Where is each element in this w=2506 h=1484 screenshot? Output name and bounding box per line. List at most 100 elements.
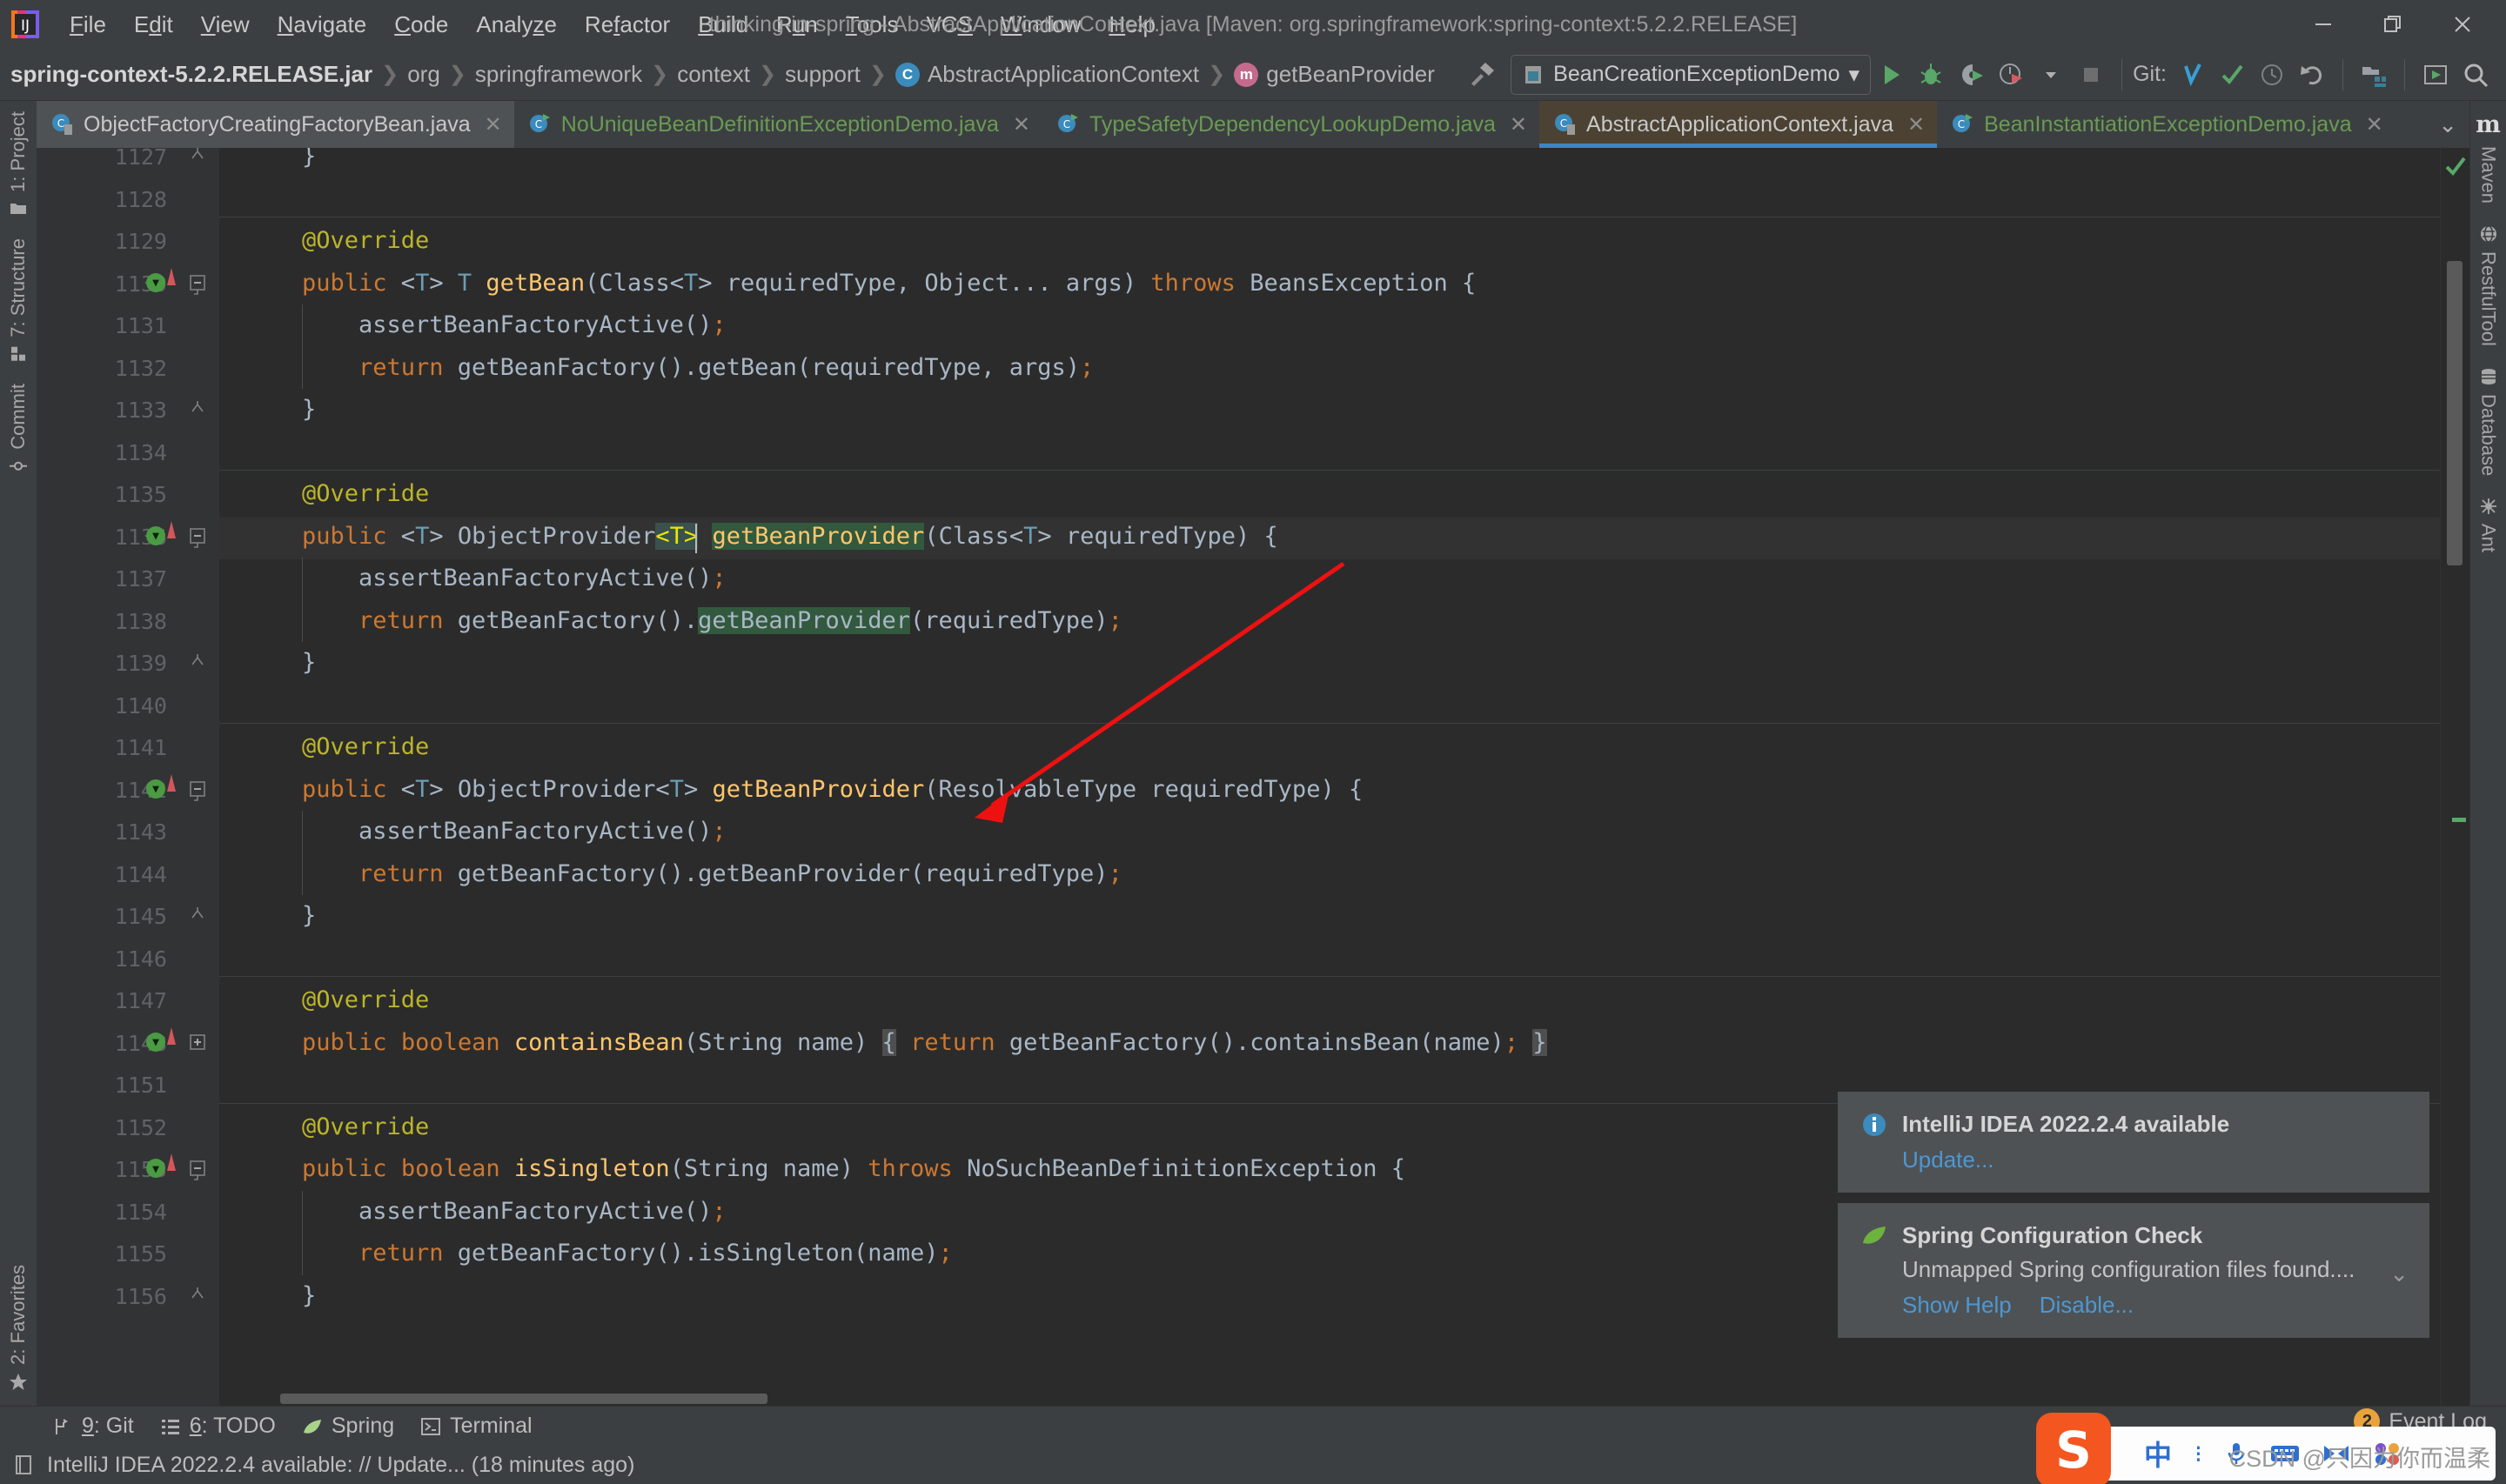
- search-icon[interactable]: [2456, 55, 2496, 95]
- code-line[interactable]: public boolean containsBean(String name)…: [302, 1028, 1547, 1056]
- run-method-gutter-icon[interactable]: ▾: [146, 779, 165, 799]
- tab-close-icon[interactable]: ✕: [1013, 112, 1030, 137]
- breadcrumb-context[interactable]: context: [677, 61, 750, 88]
- tab-bean-instantiation-exception-demo[interactable]: C BeanInstantiationExceptionDemo.java ✕: [1937, 101, 2395, 148]
- profile-button[interactable]: [1991, 55, 2031, 95]
- menu-code[interactable]: Code: [380, 8, 462, 42]
- sidebar-item-restfultool[interactable]: RestfulTool: [2477, 214, 2500, 357]
- fold-region-end-icon[interactable]: [188, 148, 207, 171]
- menu-tools[interactable]: Tools: [832, 8, 913, 42]
- run-anything-icon[interactable]: [2416, 55, 2456, 95]
- code-line[interactable]: @Override: [302, 227, 429, 254]
- breadcrumb-method[interactable]: m getBeanProvider: [1234, 61, 1435, 88]
- profile-dropdown-icon[interactable]: [2031, 55, 2071, 95]
- sidebar-item-database[interactable]: Database: [2477, 357, 2500, 486]
- tab-no-unique-bean-definition-exception-demo[interactable]: C NoUniqueBeanDefinitionExceptionDemo.ja…: [513, 101, 1042, 148]
- tab-close-icon[interactable]: ✕: [1510, 112, 1527, 137]
- override-marker-icon[interactable]: [167, 267, 176, 285]
- code-line[interactable]: }: [302, 396, 316, 423]
- code-line[interactable]: return getBeanFactory().getBeanProvider(…: [358, 860, 1122, 887]
- run-method-gutter-icon[interactable]: ▾: [146, 525, 165, 545]
- fold-expand-icon[interactable]: [188, 1033, 207, 1061]
- code-line[interactable]: @Override: [302, 1113, 429, 1140]
- project-structure-icon[interactable]: [2354, 55, 2394, 95]
- tab-close-icon[interactable]: ✕: [1907, 112, 1925, 137]
- override-marker-icon[interactable]: [167, 1026, 176, 1045]
- notification-disable-link[interactable]: Disable...: [2040, 1292, 2134, 1319]
- code-line[interactable]: assertBeanFactoryActive();: [358, 311, 727, 338]
- code-line[interactable]: return getBeanFactory().getBean(required…: [358, 354, 1094, 381]
- override-marker-icon[interactable]: [167, 520, 176, 538]
- menu-vcs[interactable]: VCS: [912, 8, 986, 42]
- override-marker-icon[interactable]: [167, 1153, 176, 1171]
- history-clock-icon[interactable]: [2252, 55, 2292, 95]
- code-line[interactable]: @Override: [302, 480, 429, 507]
- editor-horizontal-scrollbar[interactable]: [219, 1394, 2440, 1406]
- tab-close-icon[interactable]: ✕: [2366, 112, 2383, 137]
- sidebar-item-ant[interactable]: Ant: [2477, 486, 2500, 563]
- fold-region-end-icon[interactable]: [188, 399, 207, 424]
- code-line[interactable]: }: [302, 148, 316, 170]
- notification-show-help-link[interactable]: Show Help: [1902, 1292, 2012, 1319]
- menu-help[interactable]: Help: [1095, 8, 1169, 42]
- override-marker-icon[interactable]: [167, 773, 176, 792]
- menu-edit[interactable]: Edit: [120, 8, 187, 42]
- dot-icon[interactable]: ⁝: [2194, 1440, 2202, 1468]
- tool-window-todo[interactable]: 6: TODO: [160, 1414, 276, 1439]
- close-button[interactable]: [2428, 1, 2497, 48]
- debug-button[interactable]: [1911, 55, 1951, 95]
- update-project-icon[interactable]: [2172, 55, 2212, 95]
- fold-collapse-icon[interactable]: [188, 273, 207, 302]
- breadcrumb-springframework[interactable]: springframework: [475, 61, 642, 88]
- code-folding-gutter[interactable]: [179, 148, 219, 1406]
- code-line[interactable]: assertBeanFactoryActive();: [358, 1198, 727, 1225]
- line-number-gutter[interactable]: 1127 1128 1129 1130 ▾ 1131 1132 1133 1134 1135 113…: [49, 148, 179, 1406]
- commit-checkmark-icon[interactable]: [2212, 55, 2252, 95]
- notification-spring-config-check[interactable]: Spring Configuration Check Unmapped Spri…: [1838, 1203, 2429, 1338]
- error-stripe-marker-bar[interactable]: [2440, 148, 2469, 1406]
- run-with-coverage-button[interactable]: [1951, 55, 1991, 95]
- sidebar-item-structure[interactable]: 7: Structure: [7, 228, 30, 373]
- run-method-gutter-icon[interactable]: ▾: [146, 1032, 165, 1052]
- tool-window-spring[interactable]: Spring: [302, 1414, 394, 1439]
- code-line[interactable]: }: [302, 1282, 316, 1309]
- run-configuration-selector[interactable]: BeanCreationExceptionDemo ▾: [1511, 54, 1872, 95]
- editor-hscroll-thumb[interactable]: [280, 1394, 767, 1404]
- menu-run[interactable]: Run: [762, 8, 832, 42]
- code-editor[interactable]: 1127 1128 1129 1130 ▾ 1131 1132 1133 1134 1135 113…: [37, 148, 2469, 1406]
- fold-collapse-icon[interactable]: [188, 779, 207, 808]
- build-hammer-icon[interactable]: [1462, 55, 1502, 95]
- menu-view[interactable]: View: [187, 8, 264, 42]
- tab-close-icon[interactable]: ✕: [485, 112, 502, 137]
- menu-window[interactable]: Window: [987, 8, 1095, 42]
- run-method-gutter-icon[interactable]: ▾: [146, 1159, 165, 1178]
- breadcrumb-class[interactable]: C AbstractApplicationContext: [895, 61, 1199, 88]
- fold-collapse-icon[interactable]: [188, 1159, 207, 1187]
- code-line[interactable]: public boolean isSingleton(String name) …: [302, 1155, 1405, 1182]
- status-message-area[interactable]: IntelliJ IDEA 2022.2.4 available: // Upd…: [14, 1453, 634, 1478]
- notification-expand-chevron-icon[interactable]: ⌄: [2389, 1260, 2409, 1287]
- code-line[interactable]: public <T> ObjectProvider<T> getBeanProv…: [302, 522, 1278, 550]
- fold-region-end-icon[interactable]: [188, 652, 207, 678]
- tool-window-git[interactable]: 9: Git: [52, 1414, 134, 1439]
- code-line[interactable]: public <T> ObjectProvider<T> getBeanProv…: [302, 776, 1363, 803]
- sidebar-item-commit[interactable]: Commit: [7, 373, 30, 485]
- maximize-button[interactable]: [2358, 1, 2428, 48]
- notification-idea-update[interactable]: IntelliJ IDEA 2022.2.4 available Update.…: [1838, 1092, 2429, 1193]
- code-line[interactable]: @Override: [302, 733, 429, 760]
- menu-analyze[interactable]: Analyze: [462, 8, 571, 42]
- ime-mode-indicator[interactable]: 中: [2144, 1434, 2172, 1474]
- code-line[interactable]: public <T> T getBean(Class<T> requiredTy…: [302, 270, 1476, 297]
- editor-scrollbar-thumb[interactable]: [2447, 261, 2462, 565]
- code-line[interactable]: @Override: [302, 986, 429, 1013]
- fold-region-end-icon[interactable]: [188, 906, 207, 931]
- code-line[interactable]: }: [302, 902, 316, 929]
- sidebar-item-maven[interactable]: m Maven: [2476, 101, 2501, 214]
- tabs-overflow-chevron-icon[interactable]: ⌄: [2426, 101, 2469, 148]
- rollback-icon[interactable]: [2292, 55, 2332, 95]
- tab-abstract-application-context[interactable]: C AbstractApplicationContext.java ✕: [1539, 101, 1938, 148]
- fold-collapse-icon[interactable]: [188, 526, 207, 555]
- code-line[interactable]: return getBeanFactory().getBeanProvider(…: [358, 606, 1122, 634]
- menu-navigate[interactable]: Navigate: [264, 8, 381, 42]
- menu-refactor[interactable]: Refactor: [571, 8, 684, 42]
